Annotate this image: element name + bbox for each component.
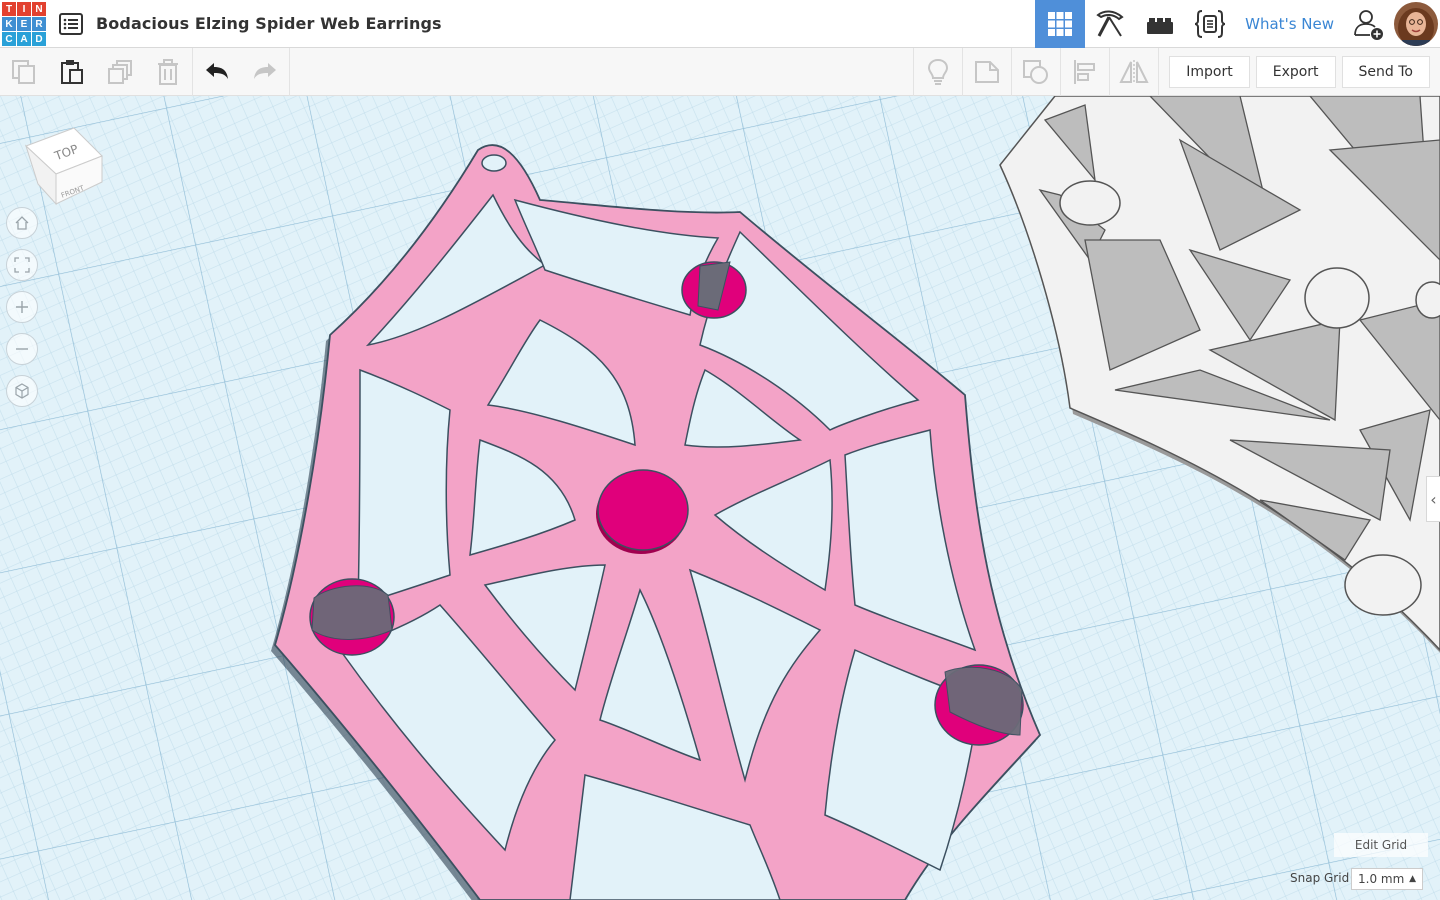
undo-button[interactable] bbox=[193, 48, 241, 96]
design-title[interactable]: Bodacious Elzing Spider Web Earrings bbox=[96, 14, 442, 33]
app-header: TIN KER CAD Bodacious Elzing Spider Web Ea… bbox=[0, 0, 1440, 48]
logo-letter: N bbox=[32, 2, 46, 16]
copy-button[interactable] bbox=[0, 48, 48, 96]
logo-letter: E bbox=[17, 17, 31, 31]
blocks-view-button[interactable] bbox=[1085, 0, 1135, 48]
shapes-panel-toggle[interactable]: ‹ bbox=[1426, 476, 1440, 522]
group-icon bbox=[1023, 60, 1049, 84]
perspective-icon bbox=[15, 383, 29, 399]
snap-grid-value: 1.0 mm bbox=[1358, 872, 1405, 886]
chevron-left-icon: ‹ bbox=[1430, 489, 1437, 509]
chevron-up-icon: ▲ bbox=[1409, 874, 1416, 884]
zoom-out-button[interactable] bbox=[6, 333, 38, 365]
toolbar-divider bbox=[1158, 48, 1160, 96]
logo-letter: K bbox=[2, 17, 16, 31]
fit-view-button[interactable] bbox=[6, 249, 38, 281]
undo-icon bbox=[206, 63, 228, 79]
edit-grid-button[interactable]: Edit Grid bbox=[1334, 833, 1428, 857]
duplicate-button[interactable] bbox=[96, 48, 144, 96]
bricks-view-button[interactable] bbox=[1135, 0, 1185, 48]
delete-icon bbox=[158, 59, 178, 85]
perspective-button[interactable] bbox=[6, 375, 38, 407]
toolbar-divider bbox=[289, 48, 290, 96]
copy-icon bbox=[12, 60, 35, 84]
align-button[interactable] bbox=[1061, 48, 1109, 96]
logo-letter: I bbox=[17, 2, 31, 16]
pickaxe-icon bbox=[1096, 10, 1124, 37]
logo-letter: T bbox=[2, 2, 16, 16]
fit-icon bbox=[14, 257, 30, 273]
snap-grid-label: Snap Grid bbox=[1290, 871, 1350, 885]
logo-letter: A bbox=[17, 32, 31, 46]
duplicate-icon bbox=[108, 60, 132, 84]
zoom-out-icon bbox=[16, 348, 28, 350]
paste-button[interactable] bbox=[48, 48, 96, 96]
workplane-grid[interactable] bbox=[0, 96, 1440, 900]
tinkercad-logo[interactable]: TIN KER CAD bbox=[2, 2, 46, 46]
mirror-button[interactable] bbox=[1110, 48, 1158, 96]
home-icon bbox=[15, 216, 29, 230]
brick-icon bbox=[1147, 18, 1174, 34]
logo-letter: C bbox=[2, 32, 16, 46]
codeblocks-view-button[interactable] bbox=[1185, 0, 1235, 48]
note-icon bbox=[975, 61, 1000, 83]
zoom-in-icon bbox=[16, 301, 28, 313]
3d-design-view-button[interactable] bbox=[1035, 0, 1086, 48]
grid-icon bbox=[1048, 12, 1073, 36]
add-user-button[interactable] bbox=[1344, 0, 1394, 48]
snap-grid-select[interactable]: 1.0 mm ▲ bbox=[1351, 868, 1423, 890]
send-to-button[interactable]: Send To bbox=[1341, 56, 1430, 88]
paste-icon bbox=[61, 60, 83, 84]
align-icon bbox=[1074, 60, 1096, 84]
whats-new-link[interactable]: What's New bbox=[1235, 15, 1344, 33]
design-list-icon[interactable] bbox=[59, 12, 83, 36]
edit-toolbar: Import Export Send To bbox=[0, 48, 1440, 96]
delete-button[interactable] bbox=[144, 48, 192, 96]
workplane[interactable]: TOP FRONT ‹ Edit Grid Snap Grid 1.0 mm ▲ bbox=[0, 96, 1440, 900]
note-button[interactable] bbox=[963, 48, 1011, 96]
light-bulb-icon bbox=[928, 58, 949, 85]
zoom-in-button[interactable] bbox=[6, 291, 38, 323]
export-button[interactable]: Export bbox=[1255, 56, 1336, 88]
import-button[interactable]: Import bbox=[1169, 56, 1250, 88]
logo-letter: D bbox=[32, 32, 46, 46]
view-cube[interactable]: TOP FRONT bbox=[22, 126, 106, 206]
home-view-button[interactable] bbox=[6, 207, 38, 239]
user-avatar[interactable] bbox=[1394, 2, 1438, 46]
add-user-icon bbox=[1354, 10, 1383, 40]
show-all-button[interactable] bbox=[914, 48, 962, 96]
code-braces-icon bbox=[1195, 10, 1226, 38]
logo-letter: R bbox=[32, 17, 46, 31]
redo-icon bbox=[254, 63, 276, 79]
group-button[interactable] bbox=[1012, 48, 1060, 96]
redo-button[interactable] bbox=[241, 48, 289, 96]
mirror-icon bbox=[1119, 60, 1149, 84]
